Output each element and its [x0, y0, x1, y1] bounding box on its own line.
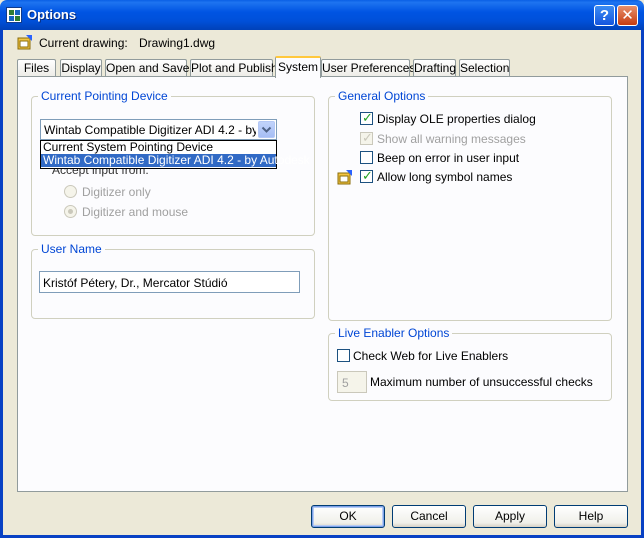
live-enabler-legend: Live Enabler Options: [335, 326, 453, 340]
pointing-device-legend: Current Pointing Device: [38, 89, 171, 103]
tab-selection[interactable]: Selection: [459, 59, 510, 77]
system-tab-panel: Current Pointing Device Accept input fro…: [17, 76, 628, 492]
live-enabler-group: Live Enabler Options: [328, 326, 612, 401]
max-checks-value: 5: [342, 376, 349, 390]
show-warnings-checkbox[interactable]: ✓: [360, 130, 373, 145]
title-bar[interactable]: Options ? ✕: [0, 0, 644, 30]
dropdown-option-selected[interactable]: Wintab Compatible Digitizer ADI 4.2 - by…: [41, 154, 310, 167]
tab-open-and-save[interactable]: Open and Save: [105, 59, 189, 77]
general-options-legend: General Options: [335, 89, 429, 103]
allow-long-names-label: Allow long symbol names: [377, 170, 513, 184]
user-name-legend: User Name: [38, 242, 105, 256]
max-checks-field[interactable]: 5: [337, 371, 367, 393]
window-title: Options: [27, 7, 77, 22]
check-web-label: Check Web for Live Enablers: [353, 349, 509, 363]
display-ole-checkbox[interactable]: ✓: [360, 110, 373, 125]
max-checks-label: Maximum number of unsuccessful checks: [370, 375, 593, 389]
digitizer-only-label: Digitizer only: [82, 185, 151, 199]
tab-system[interactable]: System: [275, 56, 321, 78]
radio-digitizer-and-mouse[interactable]: [64, 205, 77, 218]
beep-on-error-label: Beep on error in user input: [377, 151, 520, 165]
pointing-device-dropdown-list: Current System Pointing Device Wintab Co…: [40, 140, 310, 169]
tab-drafting[interactable]: Drafting: [413, 59, 456, 77]
radio-digitizer-only[interactable]: [64, 185, 77, 198]
tab-display[interactable]: Display: [60, 59, 102, 77]
current-drawing-label: Current drawing:: [39, 36, 128, 50]
chevron-down-icon[interactable]: [258, 121, 275, 138]
pointing-device-selected: Wintab Compatible Digitizer ADI 4.2 - by…: [44, 123, 256, 137]
user-name-value: Kristóf Pétery, Dr., Mercator Stúdió: [43, 276, 228, 290]
user-name-field[interactable]: Kristóf Pétery, Dr., Mercator Stúdió: [39, 271, 300, 293]
beep-on-error-checkbox[interactable]: [360, 151, 373, 164]
close-button[interactable]: ✕: [617, 5, 638, 26]
help-button-titlebar[interactable]: ?: [594, 5, 615, 26]
drawing-icon: [17, 35, 32, 50]
apply-button[interactable]: Apply: [473, 505, 547, 528]
tab-files[interactable]: Files: [17, 59, 56, 77]
ok-button[interactable]: OK: [311, 505, 385, 528]
show-warnings-label: Show all warning messages: [377, 132, 526, 146]
tab-plot-and-publish[interactable]: Plot and Publish: [190, 59, 278, 77]
display-ole-label: Display OLE properties dialog: [377, 112, 536, 126]
pointing-device-select[interactable]: Wintab Compatible Digitizer ADI 4.2 - by…: [40, 119, 277, 140]
check-web-checkbox[interactable]: [337, 349, 350, 362]
cancel-button[interactable]: Cancel: [392, 505, 466, 528]
digitizer-and-mouse-label: Digitizer and mouse: [82, 205, 189, 219]
tab-user-preferences[interactable]: User Preferences: [321, 59, 415, 77]
drawing-setting-icon: [337, 170, 352, 185]
allow-long-names-checkbox[interactable]: ✓: [360, 168, 373, 183]
help-button[interactable]: Help: [554, 505, 628, 528]
current-drawing-value: Drawing1.dwg: [139, 36, 216, 50]
app-icon: [6, 7, 22, 23]
